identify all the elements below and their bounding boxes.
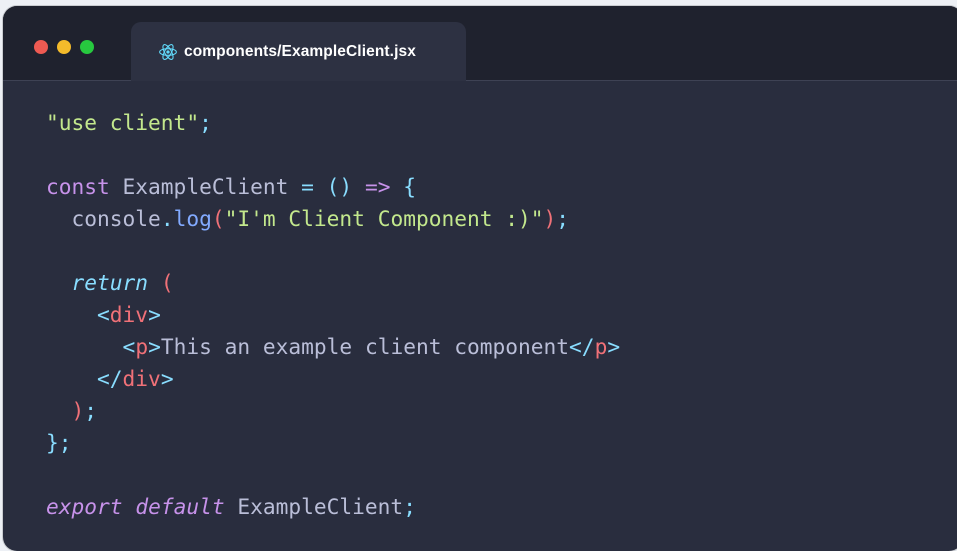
code-token: ; (199, 110, 212, 135)
code-token: > (160, 366, 174, 391)
code-token: const (46, 174, 110, 199)
code-token: => (364, 174, 391, 199)
code-line: <p>This an example client component</p> (46, 331, 621, 363)
code-line: </div> (46, 363, 620, 395)
code-token: > (148, 334, 161, 359)
code-token: default (135, 494, 225, 519)
code-token: > (607, 334, 621, 359)
code-token: div (122, 366, 161, 391)
code-token: } (46, 430, 59, 455)
code-line: "use client"; (46, 107, 620, 139)
code-line: const ExampleClient = () => { (46, 171, 620, 203)
code-token: > (148, 302, 161, 327)
code-token: ; (556, 206, 570, 231)
code-token: ExampleClient (224, 494, 404, 519)
code-token: div (109, 302, 149, 327)
code-line: export default ExampleClient; (46, 491, 620, 523)
code-line: return ( (46, 267, 620, 299)
close-window-button[interactable] (34, 40, 48, 54)
minimize-window-button[interactable] (57, 40, 71, 54)
code-line: ​ (46, 139, 620, 171)
code-token: < (97, 302, 110, 327)
code-token: </ (569, 334, 595, 359)
code-token: export (46, 494, 123, 519)
code-token: < (122, 334, 136, 359)
code-line: console.log("I'm Client Component :)"); (46, 203, 620, 235)
react-icon (158, 42, 178, 62)
code-block: "use client";​const ExampleClient = () =… (46, 107, 620, 523)
code-token: () (326, 174, 353, 199)
code-line: ​ (46, 459, 620, 491)
code-token: ExampleClient (109, 174, 302, 199)
file-tab[interactable]: components/ExampleClient.jsx (131, 22, 466, 81)
code-token: This an example client component (160, 334, 570, 359)
code-token: "I'm Client Component :)" (224, 206, 544, 231)
code-token: return (71, 270, 149, 295)
code-token: ) (71, 398, 85, 423)
code-token: ( (160, 270, 174, 295)
code-token: . (160, 206, 174, 231)
code-token: { (403, 174, 416, 199)
title-bar: components/ExampleClient.jsx (3, 6, 957, 81)
code-token: ; (58, 430, 72, 455)
code-token: console (46, 206, 161, 231)
code-token: p (135, 334, 149, 359)
code-token: ; (84, 398, 98, 423)
code-token: p (594, 334, 608, 359)
maximize-window-button[interactable] (80, 40, 94, 54)
code-token: </ (97, 366, 123, 391)
code-line: ​ (46, 235, 620, 267)
code-line: ); (46, 395, 620, 427)
file-tab-label: components/ExampleClient.jsx (184, 42, 416, 60)
code-line: }; (46, 427, 620, 459)
code-token: log (173, 206, 212, 231)
code-token: ; (403, 494, 416, 519)
code-token: ( (211, 206, 225, 231)
window-controls (34, 40, 94, 54)
code-window: components/ExampleClient.jsx "use client… (3, 6, 957, 551)
code-token: ) (543, 206, 557, 231)
code-token: "use client" (46, 110, 200, 135)
code-line: <div> (46, 299, 620, 331)
code-token: = (301, 174, 314, 199)
